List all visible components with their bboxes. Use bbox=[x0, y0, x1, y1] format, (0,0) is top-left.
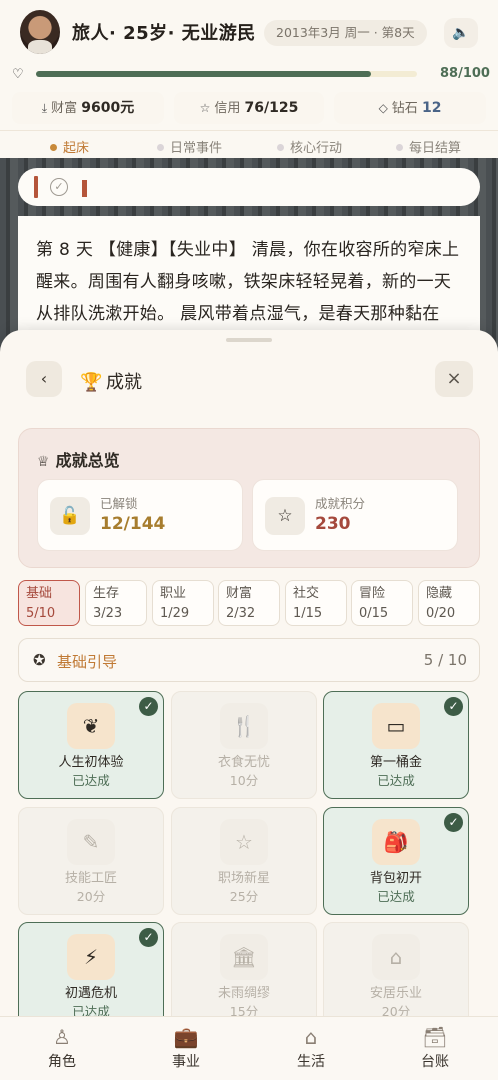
category-adventure[interactable]: 冒险 0/15 bbox=[351, 580, 413, 626]
heart-icon: ♡ bbox=[12, 67, 24, 82]
status-header: 旅人· 25岁· 无业游民 2013年3月 周一 · 第8天 🔈 ♡ 88/10… bbox=[0, 0, 498, 158]
group-label: 基础引导 bbox=[57, 653, 118, 671]
fork-knife-icon: 🍴 bbox=[220, 703, 268, 749]
category-hidden[interactable]: 隐藏 0/20 bbox=[418, 580, 480, 626]
check-circle-icon[interactable]: ✓ bbox=[50, 178, 68, 196]
achievement-card[interactable]: ❦ 人生初体验 已达成 ✓ bbox=[18, 691, 164, 799]
stat-wealth-label: 财富 bbox=[51, 101, 78, 116]
nav-item-life[interactable]: ⌂ 生活 bbox=[281, 1023, 341, 1071]
nav-item-ledger[interactable]: 🗃 台账 bbox=[405, 1023, 465, 1071]
unlock-icon: 🔓 bbox=[50, 497, 90, 535]
speaker-icon[interactable]: 🔈 bbox=[444, 18, 478, 48]
category-social[interactable]: 社交 1/15 bbox=[285, 580, 347, 626]
stat-diamond: ◇ 钻石 12 bbox=[334, 92, 486, 124]
stat-credit-value: 76/125 bbox=[244, 100, 299, 116]
tab-core-actions[interactable]: 核心行动 bbox=[277, 137, 342, 156]
stat-credit-label: 信用 bbox=[214, 101, 241, 116]
medal-icon: ✪ bbox=[33, 651, 46, 669]
achievement-card[interactable]: ⚡ 初遇危机 已达成 ✓ bbox=[18, 922, 164, 1020]
achievement-card[interactable]: ▭ 第一桶金 已达成 ✓ bbox=[323, 691, 469, 799]
home-icon: ⌂ bbox=[304, 1025, 318, 1049]
nav-item-career[interactable]: 💼 事业 bbox=[156, 1023, 216, 1071]
achievement-card[interactable]: 🏛 未雨绸缪 15分 bbox=[171, 922, 317, 1020]
avatar[interactable] bbox=[20, 10, 60, 54]
category-wealth[interactable]: 财富 2/32 bbox=[218, 580, 280, 626]
character-title: 旅人· 25岁· 无业游民 bbox=[72, 23, 256, 44]
diamond-icon: ◇ bbox=[378, 101, 388, 115]
tab-wake-up[interactable]: 起床 bbox=[50, 137, 89, 156]
phase-tabs: 起床 日常事件 核心行动 每日结算 bbox=[0, 130, 498, 158]
trophy-icon: 🏆 bbox=[80, 372, 103, 393]
story-toolbar: ✓ bbox=[18, 168, 480, 206]
date-badge: 2013年3月 周一 · 第8天 bbox=[264, 20, 427, 46]
achievement-card[interactable]: ✎ 技能工匠 20分 bbox=[18, 807, 164, 915]
achievement-overview: ♕ 成就总览 🔓 已解锁 12/144 ☆ 成就积分 230 bbox=[18, 428, 480, 568]
unlocked-card: 🔓 已解锁 12/144 bbox=[37, 479, 243, 551]
stat-credit: ☆ 信用 76/125 bbox=[174, 92, 324, 124]
check-icon: ✓ bbox=[139, 928, 158, 947]
star-icon: ☆ bbox=[220, 819, 268, 865]
lightning-icon: ⚡ bbox=[67, 934, 115, 980]
achievement-card[interactable]: ☆ 职场新星 25分 bbox=[171, 807, 317, 915]
check-icon: ✓ bbox=[444, 697, 463, 716]
tab-daily-settlement[interactable]: 每日结算 bbox=[396, 137, 461, 156]
star-icon: ☆ bbox=[265, 497, 305, 535]
stat-wealth-value: 9600元 bbox=[81, 100, 135, 116]
check-icon: ✓ bbox=[139, 697, 158, 716]
download-icon: ⤓ bbox=[41, 101, 48, 115]
group-count: 5 / 10 bbox=[423, 651, 467, 669]
trophy-outline-icon: ♕ bbox=[37, 454, 50, 470]
points-card: ☆ 成就积分 230 bbox=[252, 479, 458, 551]
person-icon: ♙ bbox=[53, 1025, 71, 1049]
house-icon: ⌂ bbox=[372, 934, 420, 980]
brush-icon: ✎ bbox=[67, 819, 115, 865]
archive-box-icon: 🗃 bbox=[422, 1025, 448, 1049]
stat-wealth: ⤓ 财富 9600元 bbox=[12, 92, 164, 124]
leaf-icon: ❦ bbox=[67, 703, 115, 749]
category-survival[interactable]: 生存 3/23 bbox=[85, 580, 147, 626]
health-bar-fill bbox=[36, 71, 372, 77]
achievement-card[interactable]: 🎒 背包初开 已达成 ✓ bbox=[323, 807, 469, 915]
drag-handle[interactable] bbox=[226, 338, 272, 342]
unlocked-value: 12/144 bbox=[100, 514, 166, 534]
achievement-card[interactable]: 🍴 衣食无忧 10分 bbox=[171, 691, 317, 799]
star-outline-icon: ☆ bbox=[199, 101, 211, 115]
backpack-icon: 🎒 bbox=[372, 819, 420, 865]
sheet-title: 🏆 成就 bbox=[80, 372, 142, 393]
group-header[interactable]: ✪ 基础引导 5 / 10 bbox=[18, 638, 480, 682]
text-cursor-icon bbox=[82, 180, 87, 197]
achievement-card[interactable]: ⌂ 安居乐业 20分 bbox=[323, 922, 469, 1020]
points-label: 成就积分 bbox=[315, 496, 366, 511]
health-bar bbox=[36, 71, 417, 77]
banknote-icon: ▭ bbox=[372, 703, 420, 749]
stat-diamond-label: 钻石 bbox=[391, 101, 418, 116]
category-basic[interactable]: 基础 5/10 bbox=[18, 580, 80, 626]
bottom-nav: ♙ 角色 💼 事业 ⌂ 生活 🗃 台账 bbox=[0, 1016, 498, 1080]
briefcase-icon: 💼 bbox=[173, 1025, 199, 1049]
tab-daily-events[interactable]: 日常事件 bbox=[157, 137, 222, 156]
achievements-sheet: ‹ 🏆 成就 × ♕ 成就总览 🔓 已解锁 12/144 ☆ 成就积分 230 基础… bbox=[0, 330, 498, 1020]
back-button[interactable]: ‹ bbox=[26, 361, 62, 397]
health-value: 88/100 bbox=[440, 66, 490, 81]
category-career[interactable]: 职业 1/29 bbox=[152, 580, 214, 626]
nav-item-character[interactable]: ♙ 角色 bbox=[32, 1023, 92, 1071]
close-button[interactable]: × bbox=[435, 361, 473, 397]
check-icon: ✓ bbox=[444, 813, 463, 832]
unlocked-label: 已解锁 bbox=[100, 496, 138, 511]
bookmark-marker bbox=[34, 176, 38, 198]
points-value: 230 bbox=[315, 514, 351, 534]
bank-icon: 🏛 bbox=[220, 934, 268, 980]
stat-diamond-value: 12 bbox=[421, 100, 442, 116]
overview-title: ♕ 成就总览 bbox=[37, 451, 120, 470]
